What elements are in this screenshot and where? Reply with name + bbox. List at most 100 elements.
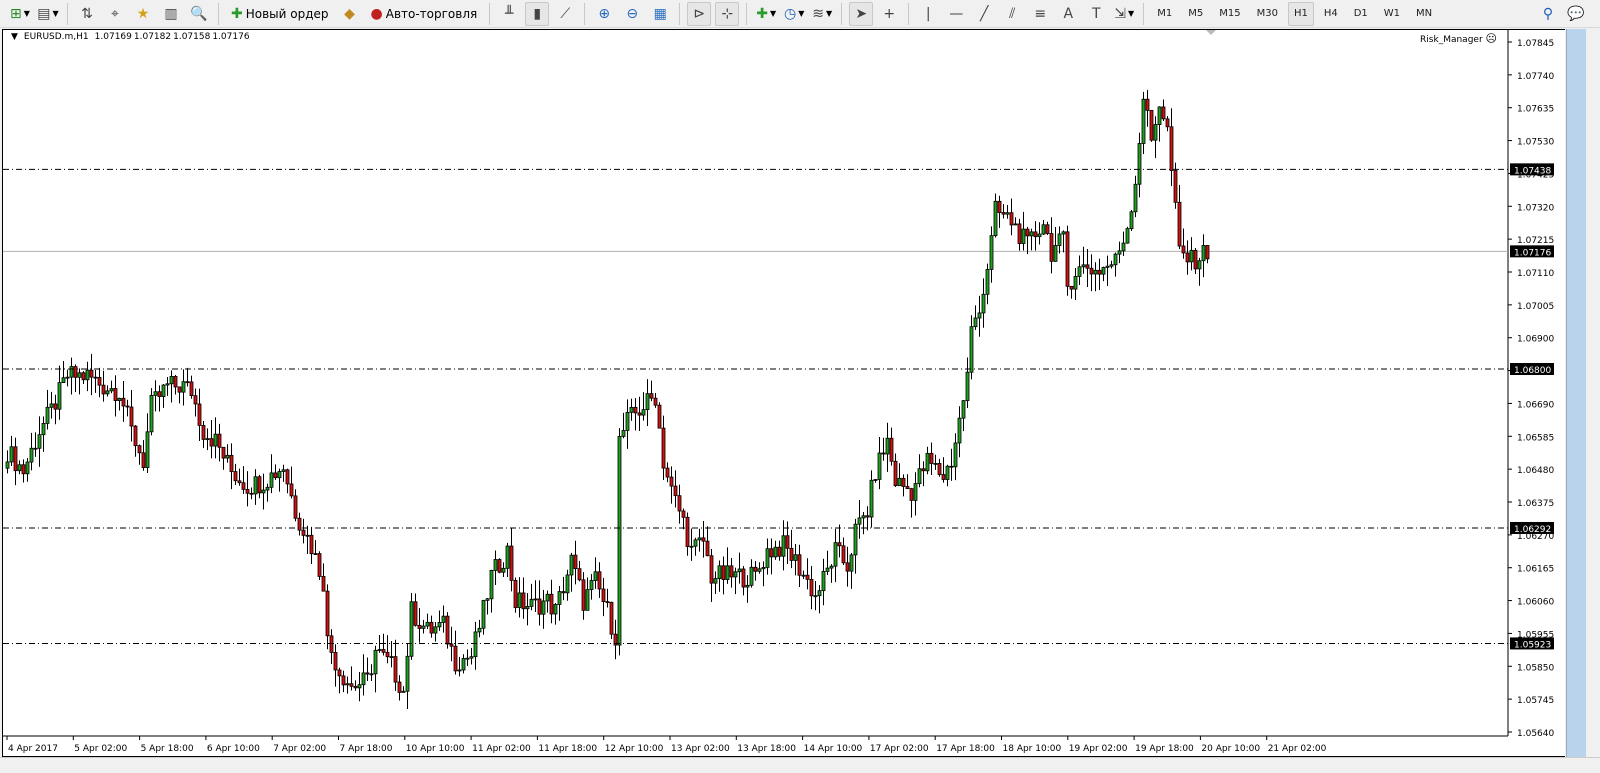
periods-button[interactable]: ◷ ▼	[782, 2, 806, 26]
bearish-candle	[537, 598, 542, 615]
time-tick-label: 11 Apr 18:00	[538, 744, 597, 754]
search-button[interactable]: ⚲	[1536, 2, 1560, 26]
strategy-tester-button[interactable]: 🔍	[187, 2, 211, 26]
bearish-candle	[417, 624, 422, 629]
bearish-candle	[601, 588, 606, 603]
auto-scroll-button[interactable]: ⊳	[687, 1, 712, 26]
profiles-button[interactable]: ▤ ▼	[36, 2, 60, 26]
vertical-line-button[interactable]: |	[916, 2, 940, 26]
bullish-candle	[725, 565, 730, 580]
timeframe-d1[interactable]: D1	[1348, 2, 1374, 26]
timeframe-w1[interactable]: W1	[1378, 2, 1406, 26]
text-label-button[interactable]: T	[1084, 2, 1108, 26]
dropdown-arrow-icon[interactable]: ▼	[798, 9, 804, 18]
new-chart-button[interactable]: ⊞ ▼	[8, 2, 32, 26]
bullish-candle	[17, 464, 22, 472]
bullish-candle	[165, 383, 170, 386]
timeframe-h1[interactable]: H1	[1287, 1, 1314, 26]
chart-shift-button[interactable]: ⊹	[715, 1, 740, 26]
bearish-candle	[393, 656, 398, 683]
data-window-button[interactable]: ⌖	[103, 2, 127, 26]
bearish-candle	[93, 376, 98, 379]
dropdown-arrow-icon[interactable]: ▼	[770, 9, 776, 18]
line-chart-icon: ⟋	[560, 5, 571, 22]
bottom-bar	[0, 757, 1600, 773]
bearish-candle	[777, 546, 782, 557]
equidistant-channel-button[interactable]: ⫽	[1000, 2, 1024, 26]
navigator-button[interactable]: ★	[131, 2, 155, 26]
terminal-button[interactable]: ▥	[159, 2, 183, 26]
expert-advisor-label[interactable]: Risk_Manager ☹	[1420, 32, 1497, 45]
timeframe-h4[interactable]: H4	[1318, 2, 1344, 26]
text-button[interactable]: A	[1056, 2, 1080, 26]
side-panel-scrollbar[interactable]	[1566, 29, 1586, 757]
new-order-button[interactable]: ✚ Новый ордер	[226, 2, 334, 26]
bullish-candle	[869, 479, 874, 518]
collapse-triangle-icon[interactable]: ▼	[11, 32, 18, 42]
fibonacci-button[interactable]: ≡	[1028, 2, 1052, 26]
bullish-candle	[1105, 265, 1110, 268]
bullish-candle	[529, 598, 534, 607]
metaeditor-button[interactable]: ◆	[338, 2, 362, 26]
auto-scroll-icon: ⊳	[693, 5, 706, 22]
bearish-candle	[573, 554, 578, 569]
trendline-button[interactable]: ╱	[972, 2, 996, 26]
timeframe-mn[interactable]: MN	[1410, 2, 1438, 26]
bullish-candle	[477, 627, 482, 633]
bullish-candle	[745, 584, 750, 588]
chart-window[interactable]: 1.07845 1.07740 1.07635 1.07530 1.07425 1.073…	[2, 29, 1565, 757]
timeframe-m5[interactable]: M5	[1182, 2, 1209, 26]
bullish-candle	[857, 517, 862, 525]
price-tick-label: 1.07110	[1517, 269, 1554, 279]
dropdown-arrow-icon[interactable]: ▼	[826, 9, 832, 18]
timeframe-m30[interactable]: M30	[1251, 2, 1284, 26]
timeframe-m15[interactable]: M15	[1213, 2, 1246, 26]
bar-chart-button[interactable]: ╨	[497, 2, 521, 26]
tile-windows-button[interactable]: ▦	[648, 2, 672, 26]
templates-button[interactable]: ≋ ▼	[810, 2, 834, 26]
time-tick-label: 17 Apr 18:00	[936, 744, 995, 754]
bullish-candle	[825, 567, 830, 572]
bearish-candle	[173, 375, 178, 388]
price-chart[interactable]: 1.078451.077401.076351.075301.074251.073…	[3, 30, 1566, 758]
bullish-candle	[1113, 253, 1118, 266]
bearish-candle	[741, 568, 746, 588]
zoom-out-button[interactable]: ⊖	[620, 2, 644, 26]
bullish-candle	[1077, 266, 1082, 277]
bullish-candle	[425, 621, 430, 627]
bullish-candle	[357, 684, 362, 689]
arrows-button[interactable]: ⇲ ▼	[1112, 2, 1136, 26]
bullish-candle	[489, 570, 494, 600]
bearish-candle	[997, 200, 1002, 213]
line-chart-button[interactable]: ⟋	[553, 2, 577, 26]
zoom-in-button[interactable]: ⊕	[592, 2, 616, 26]
price-tick-label: 1.06480	[1517, 466, 1554, 476]
bullish-candle	[1121, 242, 1126, 252]
market-watch-button[interactable]: ⇅	[75, 2, 99, 26]
candlestick-chart-button[interactable]: ▮	[525, 1, 550, 26]
bullish-candle	[161, 384, 166, 397]
new-chart-icon: ⊞	[10, 5, 22, 22]
price-tick-label: 1.05745	[1517, 696, 1554, 706]
bearish-candle	[509, 545, 514, 581]
crosshair-button[interactable]: +	[877, 2, 901, 26]
bullish-candle	[821, 571, 826, 592]
toolbar-separator	[746, 2, 748, 25]
dropdown-arrow-icon[interactable]: ▼	[53, 9, 59, 18]
bullish-candle	[345, 683, 350, 686]
navigator-icon: ★	[136, 5, 150, 22]
bearish-candle	[837, 542, 842, 547]
horizontal-line-button[interactable]: —	[944, 2, 968, 26]
chat-button[interactable]: 💬	[1564, 2, 1588, 26]
indicators-button[interactable]: ✚ ▼	[754, 2, 778, 26]
dropdown-arrow-icon[interactable]: ▼	[24, 9, 30, 18]
trendline-icon: ╱	[980, 5, 989, 22]
bullish-candle	[629, 406, 634, 413]
bearish-candle	[1045, 224, 1050, 234]
cursor-button[interactable]: ➤	[849, 1, 874, 26]
dropdown-arrow-icon[interactable]: ▼	[1128, 9, 1134, 18]
bearish-candle	[309, 534, 314, 555]
price-tick-label: 1.07320	[1517, 203, 1554, 213]
autotrading-button[interactable]: ● Авто-торговля	[366, 2, 483, 26]
timeframe-m1[interactable]: M1	[1151, 2, 1178, 26]
